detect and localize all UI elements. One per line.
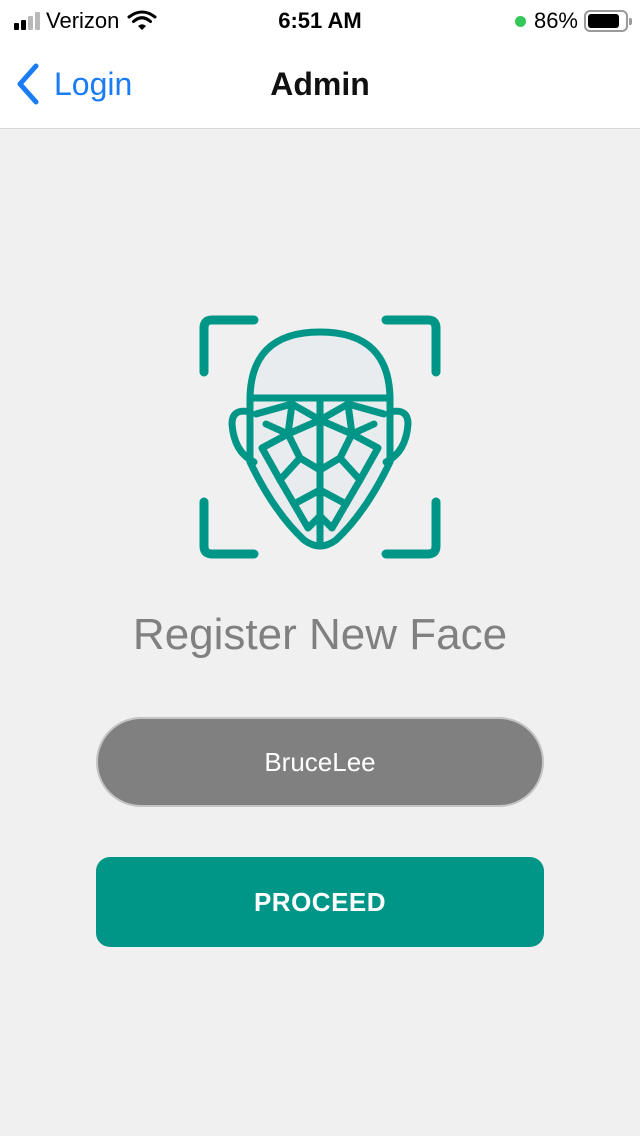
camera-in-use-indicator (514, 15, 526, 27)
battery-icon (584, 10, 632, 32)
face-scan-icon (199, 315, 441, 559)
register-heading: Register New Face (132, 610, 508, 659)
navigation-bar: Login Admin (0, 40, 640, 129)
status-right: 86% (514, 8, 632, 34)
name-input[interactable]: BruceLee (96, 717, 544, 807)
battery-fill (588, 14, 619, 28)
proceed-button[interactable]: PROCEED (96, 857, 544, 947)
status-bar: Verizon 6:51 AM 86% (0, 0, 640, 40)
battery-percent: 86% (533, 8, 578, 33)
battery-cap (629, 18, 632, 25)
page-title: Admin (270, 66, 370, 102)
